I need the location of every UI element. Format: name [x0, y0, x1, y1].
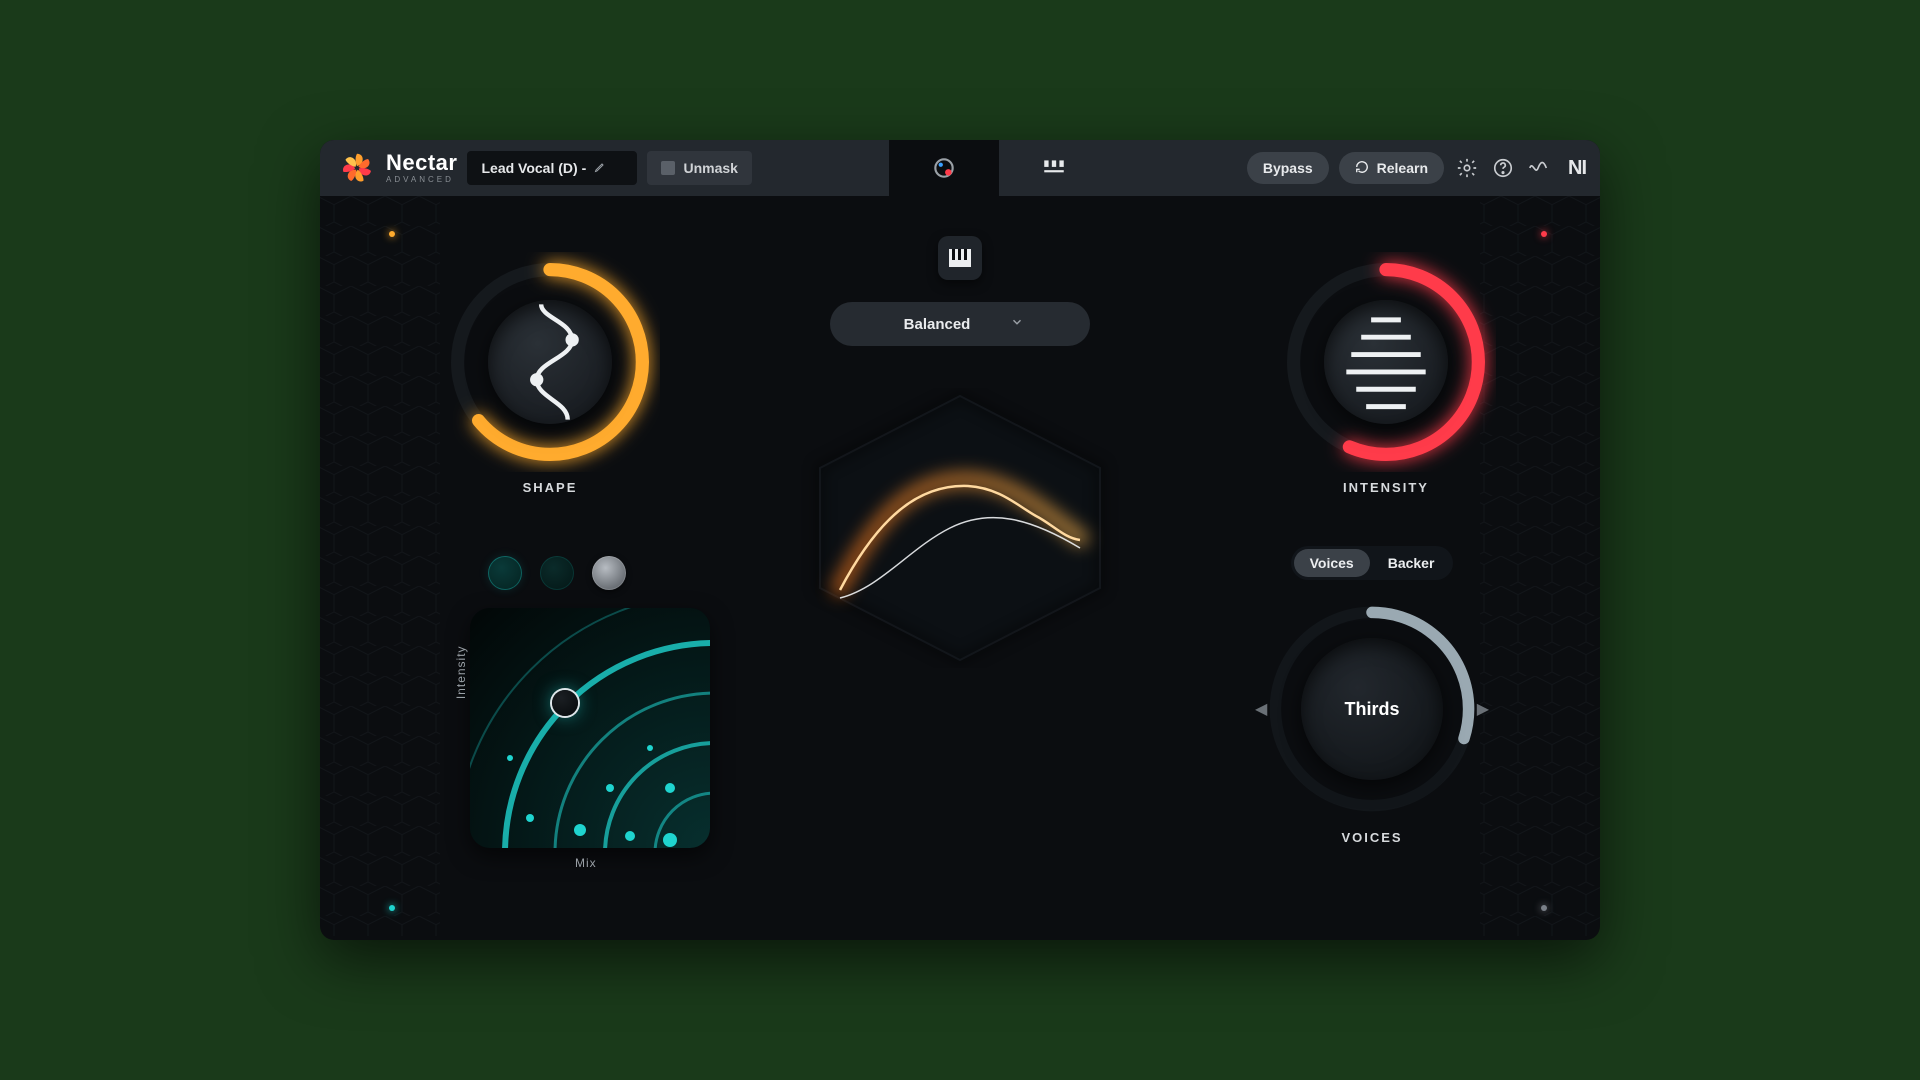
- style-value: Balanced: [904, 316, 971, 333]
- curve-icon: [488, 300, 612, 424]
- xy-pad-handle[interactable]: [552, 690, 578, 716]
- izotope-button[interactable]: [1526, 155, 1552, 181]
- pencil-icon: [594, 160, 606, 176]
- wave-icon: [1527, 157, 1551, 179]
- help-button[interactable]: [1490, 155, 1516, 181]
- bars-icon: [1324, 300, 1448, 424]
- space-xy-pad[interactable]: [470, 608, 710, 848]
- voices-label: VOICES: [1222, 830, 1522, 845]
- shape-module: SHAPE: [420, 252, 680, 495]
- xy-pad-visual: [470, 608, 710, 848]
- voices-prev[interactable]: ◀: [1245, 689, 1277, 729]
- settings-button[interactable]: [1454, 155, 1480, 181]
- view-tabs: [762, 140, 1237, 196]
- product-logo: Nectar ADVANCED: [338, 149, 457, 187]
- chevron-down-icon: [1010, 315, 1024, 333]
- indicator-space[interactable]: [384, 900, 400, 916]
- relearn-label: Relearn: [1377, 160, 1428, 176]
- logo-swirl-icon: [338, 149, 376, 187]
- center-column: Balanced: [780, 236, 1140, 668]
- unmask-button[interactable]: Unmask: [647, 151, 751, 185]
- intensity-knob-face[interactable]: [1324, 300, 1448, 424]
- toggle-voices[interactable]: Voices: [1294, 549, 1370, 577]
- main-panel: SHAPE INTENSITY: [320, 196, 1600, 940]
- keyboard-button[interactable]: [938, 236, 982, 280]
- relearn-button[interactable]: Relearn: [1339, 152, 1444, 184]
- product-name: Nectar: [386, 152, 457, 174]
- ni-logo: NI: [1568, 157, 1586, 180]
- intensity-module: INTENSITY: [1256, 252, 1516, 495]
- indicator-voices[interactable]: [1536, 900, 1552, 916]
- shape-label: SHAPE: [420, 480, 680, 495]
- plugin-window: Nectar ADVANCED Lead Vocal (D) - Unmask: [320, 140, 1600, 940]
- voices-knob[interactable]: Thirds ◀ ▶: [1257, 594, 1487, 824]
- refresh-icon: [1355, 160, 1369, 177]
- piano-icon: [949, 249, 971, 267]
- header-bar: Nectar ADVANCED Lead Vocal (D) - Unmask: [320, 140, 1600, 196]
- intensity-label: INTENSITY: [1256, 480, 1516, 495]
- space-preset-1[interactable]: [488, 556, 522, 590]
- shape-knob[interactable]: [440, 252, 660, 472]
- space-preset-3[interactable]: [592, 556, 626, 590]
- tab-modules[interactable]: [999, 140, 1109, 196]
- space-preset-2[interactable]: [540, 556, 574, 590]
- voices-knob-face[interactable]: Thirds: [1301, 638, 1443, 780]
- xy-x-axis-label: Mix: [575, 856, 597, 870]
- intensity-knob[interactable]: [1276, 252, 1496, 472]
- toggle-backer[interactable]: Backer: [1372, 549, 1451, 577]
- unmask-label: Unmask: [683, 160, 737, 176]
- voices-value: Thirds: [1344, 699, 1399, 720]
- unmask-icon: [661, 161, 675, 175]
- shape-knob-face[interactable]: [488, 300, 612, 424]
- space-preset-picker: [488, 556, 626, 590]
- gear-icon: [1456, 157, 1478, 179]
- spectrum-hexagon[interactable]: [800, 388, 1120, 668]
- xy-y-axis-label: Intensity: [454, 645, 468, 699]
- voices-backer-toggle: Voices Backer: [1291, 546, 1454, 580]
- voices-next[interactable]: ▶: [1467, 689, 1499, 729]
- product-edition: ADVANCED: [386, 176, 457, 184]
- indicator-intensity[interactable]: [1536, 226, 1552, 242]
- style-dropdown[interactable]: Balanced: [830, 302, 1090, 346]
- bypass-label: Bypass: [1263, 160, 1313, 176]
- help-icon: [1492, 157, 1514, 179]
- indicator-shape[interactable]: [384, 226, 400, 242]
- preset-selector[interactable]: Lead Vocal (D) -: [467, 151, 637, 185]
- voices-module: Voices Backer Thirds ◀ ▶ VOICES: [1222, 546, 1522, 845]
- tab-assistant[interactable]: [889, 140, 999, 196]
- preset-name: Lead Vocal (D) -: [481, 160, 586, 176]
- bypass-button[interactable]: Bypass: [1247, 152, 1329, 184]
